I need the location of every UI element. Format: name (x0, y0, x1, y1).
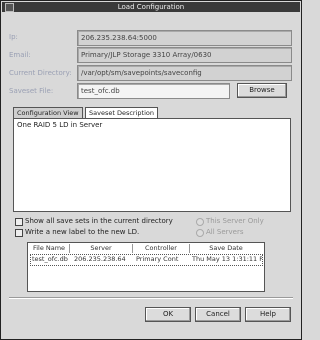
ip-field: 206.235.238.64:5000 (77, 30, 292, 46)
show-all-checkbox[interactable] (15, 218, 23, 226)
help-button[interactable]: Help (245, 307, 291, 322)
column-header-controller[interactable]: Controller (133, 244, 190, 253)
ip-label: Ip: (9, 33, 18, 41)
cell-server: 206.235.238.64 (74, 255, 126, 263)
saveset-table: File Name Server Controller Save Date te… (27, 242, 265, 292)
tab-saveset-description[interactable]: Saveset Description (85, 107, 158, 118)
cell-save-date: Thu May 13 1:31:11 PDT (192, 255, 262, 263)
browse-button[interactable]: Browse (237, 83, 287, 98)
show-all-label: Show all save sets in the current direct… (25, 217, 173, 225)
cell-controller: Primary Cont (136, 255, 179, 263)
current-directory-field: /var/opt/sm/savepoints/saveconfig (77, 65, 292, 81)
window-title: Load Configuration (117, 3, 185, 11)
saveset-file-label: Saveset File: (9, 87, 54, 95)
title-bar: Load Configuration (2, 2, 300, 12)
description-panel[interactable]: One RAID 5 LD in Server (13, 118, 291, 212)
all-servers-label: All Servers (206, 228, 244, 236)
description-text: One RAID 5 LD in Server (17, 121, 103, 129)
load-configuration-dialog: Load Configuration Ip: 206.235.238.64:50… (0, 0, 302, 340)
divider (9, 297, 293, 299)
write-label-label: Write a new label to the new LD. (25, 228, 140, 236)
ok-button[interactable]: OK (145, 307, 191, 322)
current-directory-label: Current Directory: (9, 69, 72, 77)
cell-file-name: test_ofc.db (32, 255, 68, 263)
email-label: Email: (9, 51, 31, 59)
this-server-radio[interactable] (196, 218, 204, 226)
email-field: Primary/JLP Storage 3310 Array/0630 (77, 47, 292, 63)
all-servers-radio[interactable] (196, 229, 204, 237)
this-server-label: This Server Only (206, 217, 264, 225)
write-label-checkbox[interactable] (15, 229, 23, 237)
tab-configuration-view[interactable]: Configuration View (13, 107, 83, 118)
saveset-file-input[interactable]: test_ofc.db (77, 83, 230, 99)
cancel-button[interactable]: Cancel (195, 307, 241, 322)
column-header-file-name[interactable]: File Name (29, 244, 70, 253)
column-header-save-date[interactable]: Save Date (190, 244, 262, 253)
column-header-server[interactable]: Server (70, 244, 133, 253)
